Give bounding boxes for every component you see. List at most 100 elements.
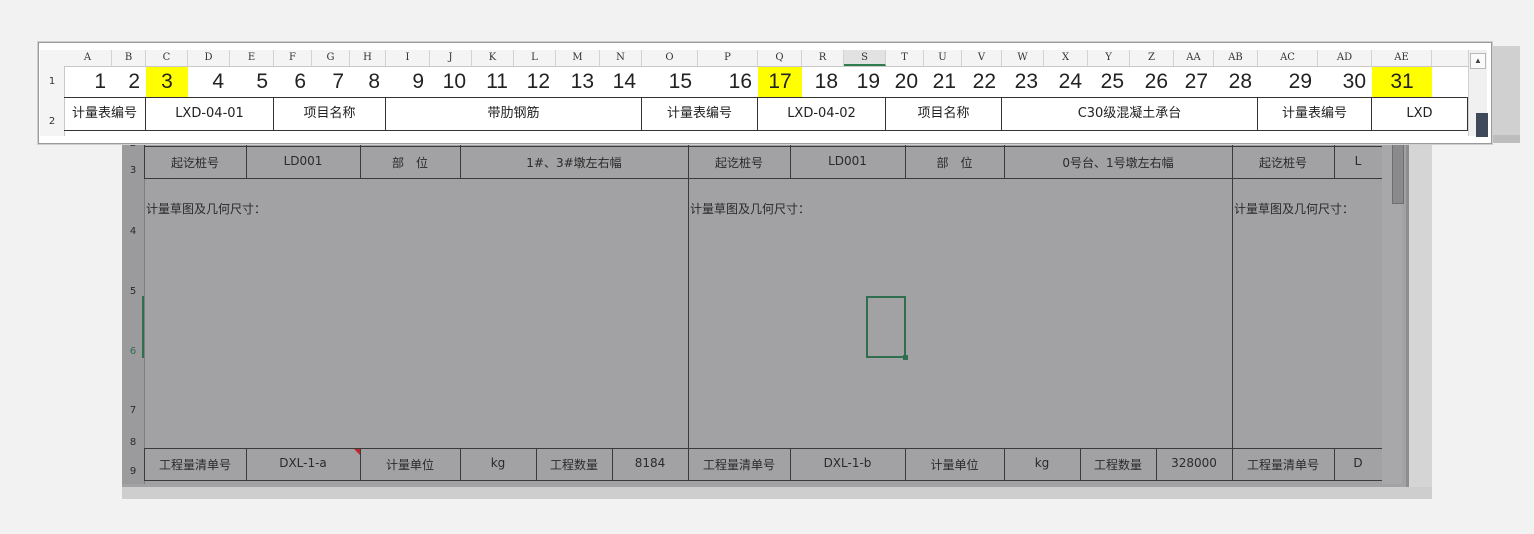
row1-cell-d[interactable]: 4 xyxy=(188,67,230,97)
column-header-n[interactable]: N xyxy=(600,50,642,66)
fill-handle[interactable] xyxy=(903,355,908,360)
column-header-z[interactable]: Z xyxy=(1130,50,1174,66)
row1-cell-a[interactable]: 1 xyxy=(64,67,112,97)
row1-cell-aa[interactable]: 27 xyxy=(1174,67,1214,97)
row1-cell-p[interactable]: 16 xyxy=(698,67,758,97)
row1-cell-ae[interactable]: 31 xyxy=(1372,67,1432,97)
comment-marker-icon[interactable] xyxy=(354,449,360,455)
column-header-a[interactable]: A xyxy=(64,50,112,66)
column-header-aa[interactable]: AA xyxy=(1174,50,1214,66)
row1-cell-o[interactable]: 15 xyxy=(642,67,698,97)
row1-cell-k[interactable]: 11 xyxy=(472,67,514,97)
row9-bottom-border xyxy=(144,480,1384,481)
row1-cell-g[interactable]: 7 xyxy=(312,67,350,97)
row3-cell: LD001 xyxy=(283,154,323,168)
row1-cell-m[interactable]: 13 xyxy=(556,67,600,97)
row-header-1[interactable]: 1 xyxy=(40,76,64,87)
row1-cell-i[interactable]: 9 xyxy=(386,67,430,97)
column-header-j[interactable]: J xyxy=(430,50,472,66)
background-row-header-4[interactable]: 4 xyxy=(123,226,143,237)
row2-merged-cell[interactable]: 带肋钢筋 xyxy=(386,98,642,130)
background-row-header-7[interactable]: 7 xyxy=(123,405,143,416)
background-row-header-9[interactable]: 9 xyxy=(123,466,143,477)
row3-cell: 部 位 xyxy=(936,156,973,170)
row2-merged-cell[interactable]: 项目名称 xyxy=(886,98,1002,130)
row1-cell-ac[interactable]: 29 xyxy=(1258,67,1318,97)
row2-merged-cell[interactable]: LXD xyxy=(1372,98,1468,130)
row1-cell-s[interactable]: 19 xyxy=(844,67,886,97)
column-header-t[interactable]: T xyxy=(886,50,924,66)
row1-cell-t[interactable]: 20 xyxy=(886,67,924,97)
row1-cell-f[interactable]: 6 xyxy=(274,67,312,97)
column-header-c[interactable]: C xyxy=(146,50,188,66)
row1-cell-n[interactable]: 14 xyxy=(600,67,642,97)
column-header-r[interactable]: R xyxy=(802,50,844,66)
row9-cell: 8184 xyxy=(634,456,666,470)
row2-merged-cell[interactable]: LXD-04-02 xyxy=(758,98,886,130)
row9-cell: 工程量清单号 xyxy=(702,458,775,472)
column-header-l[interactable]: L xyxy=(514,50,556,66)
row1-cell-b[interactable]: 2 xyxy=(112,67,146,97)
row2-merged-cell[interactable]: 计量表编号 xyxy=(64,98,146,130)
column-header-ae[interactable]: AE xyxy=(1372,50,1432,66)
row2-merged-cell[interactable]: C30级混凝土承台 xyxy=(1002,98,1258,130)
row1-cell-y[interactable]: 25 xyxy=(1088,67,1130,97)
column-header-k[interactable]: K xyxy=(472,50,514,66)
row1-cell-z[interactable]: 26 xyxy=(1130,67,1174,97)
active-cell-selection[interactable] xyxy=(866,296,906,358)
row1-cell-q[interactable]: 17 xyxy=(758,67,802,97)
column-header-d[interactable]: D xyxy=(188,50,230,66)
column-header-x[interactable]: X xyxy=(1044,50,1088,66)
column-header-ab[interactable]: AB xyxy=(1214,50,1258,66)
row2-merged-cell[interactable]: 项目名称 xyxy=(274,98,386,130)
column-header-g[interactable]: G xyxy=(312,50,350,66)
row3-cell: 0号台、1号墩左右幅 xyxy=(1062,156,1174,170)
row-header-2[interactable]: 2 xyxy=(40,116,64,127)
sketch-label: 计量草图及几何尺寸： xyxy=(690,202,811,216)
background-row-header-8[interactable]: 8 xyxy=(123,437,143,448)
row1-cell-x[interactable]: 24 xyxy=(1044,67,1088,97)
column-header-ad[interactable]: AD xyxy=(1318,50,1372,66)
row1-cell-v[interactable]: 22 xyxy=(962,67,1002,97)
column-header-p[interactable]: P xyxy=(698,50,758,66)
column-header-s[interactable]: S xyxy=(844,50,886,66)
scroll-up-arrow-icon[interactable]: ▲ xyxy=(1470,53,1486,69)
row1-cell-j[interactable]: 10 xyxy=(430,67,472,97)
row1-cell-h[interactable]: 8 xyxy=(350,67,386,97)
back-sheet-shadow xyxy=(122,487,1432,499)
row2-merged-cell[interactable]: LXD-04-01 xyxy=(146,98,274,130)
row1-cell-ad[interactable]: 30 xyxy=(1318,67,1372,97)
front-panel-shadow-right xyxy=(1491,46,1520,142)
row1-cell-r[interactable]: 18 xyxy=(802,67,844,97)
section-divider xyxy=(688,132,689,480)
row9-cell: 328000 xyxy=(1171,456,1217,470)
column-header-v[interactable]: V xyxy=(962,50,1002,66)
column-header-f[interactable]: F xyxy=(274,50,312,66)
row1-cell-w[interactable]: 23 xyxy=(1002,67,1044,97)
row1-cell-c[interactable]: 3 xyxy=(146,67,188,97)
background-row-header-5[interactable]: 5 xyxy=(123,286,143,297)
column-header-e[interactable]: E xyxy=(230,50,274,66)
sketch-label: 计量草图及几何尺寸： xyxy=(146,202,267,216)
row2-merged-cell[interactable]: 计量表编号 xyxy=(1258,98,1372,130)
background-row-header-6[interactable]: 6 xyxy=(123,346,143,357)
row1-cell-l[interactable]: 12 xyxy=(514,67,556,97)
row9-cell: kg xyxy=(490,456,506,470)
column-header-w[interactable]: W xyxy=(1002,50,1044,66)
column-header-m[interactable]: M xyxy=(556,50,600,66)
row1-cell-ab[interactable]: 28 xyxy=(1214,67,1258,97)
background-row-header-3[interactable]: 3 xyxy=(123,165,143,176)
column-header-o[interactable]: O xyxy=(642,50,698,66)
column-header-u[interactable]: U xyxy=(924,50,962,66)
scroll-thumb[interactable] xyxy=(1476,113,1488,137)
row1-cell-e[interactable]: 5 xyxy=(230,67,274,97)
column-header-ac[interactable]: AC xyxy=(1258,50,1318,66)
column-header-q[interactable]: Q xyxy=(758,50,802,66)
row1-cell-u[interactable]: 21 xyxy=(924,67,962,97)
column-header-b[interactable]: B xyxy=(112,50,146,66)
row3-top-border xyxy=(144,146,1384,147)
column-header-h[interactable]: H xyxy=(350,50,386,66)
column-header-i[interactable]: I xyxy=(386,50,430,66)
column-header-y[interactable]: Y xyxy=(1088,50,1130,66)
row2-merged-cell[interactable]: 计量表编号 xyxy=(642,98,758,130)
